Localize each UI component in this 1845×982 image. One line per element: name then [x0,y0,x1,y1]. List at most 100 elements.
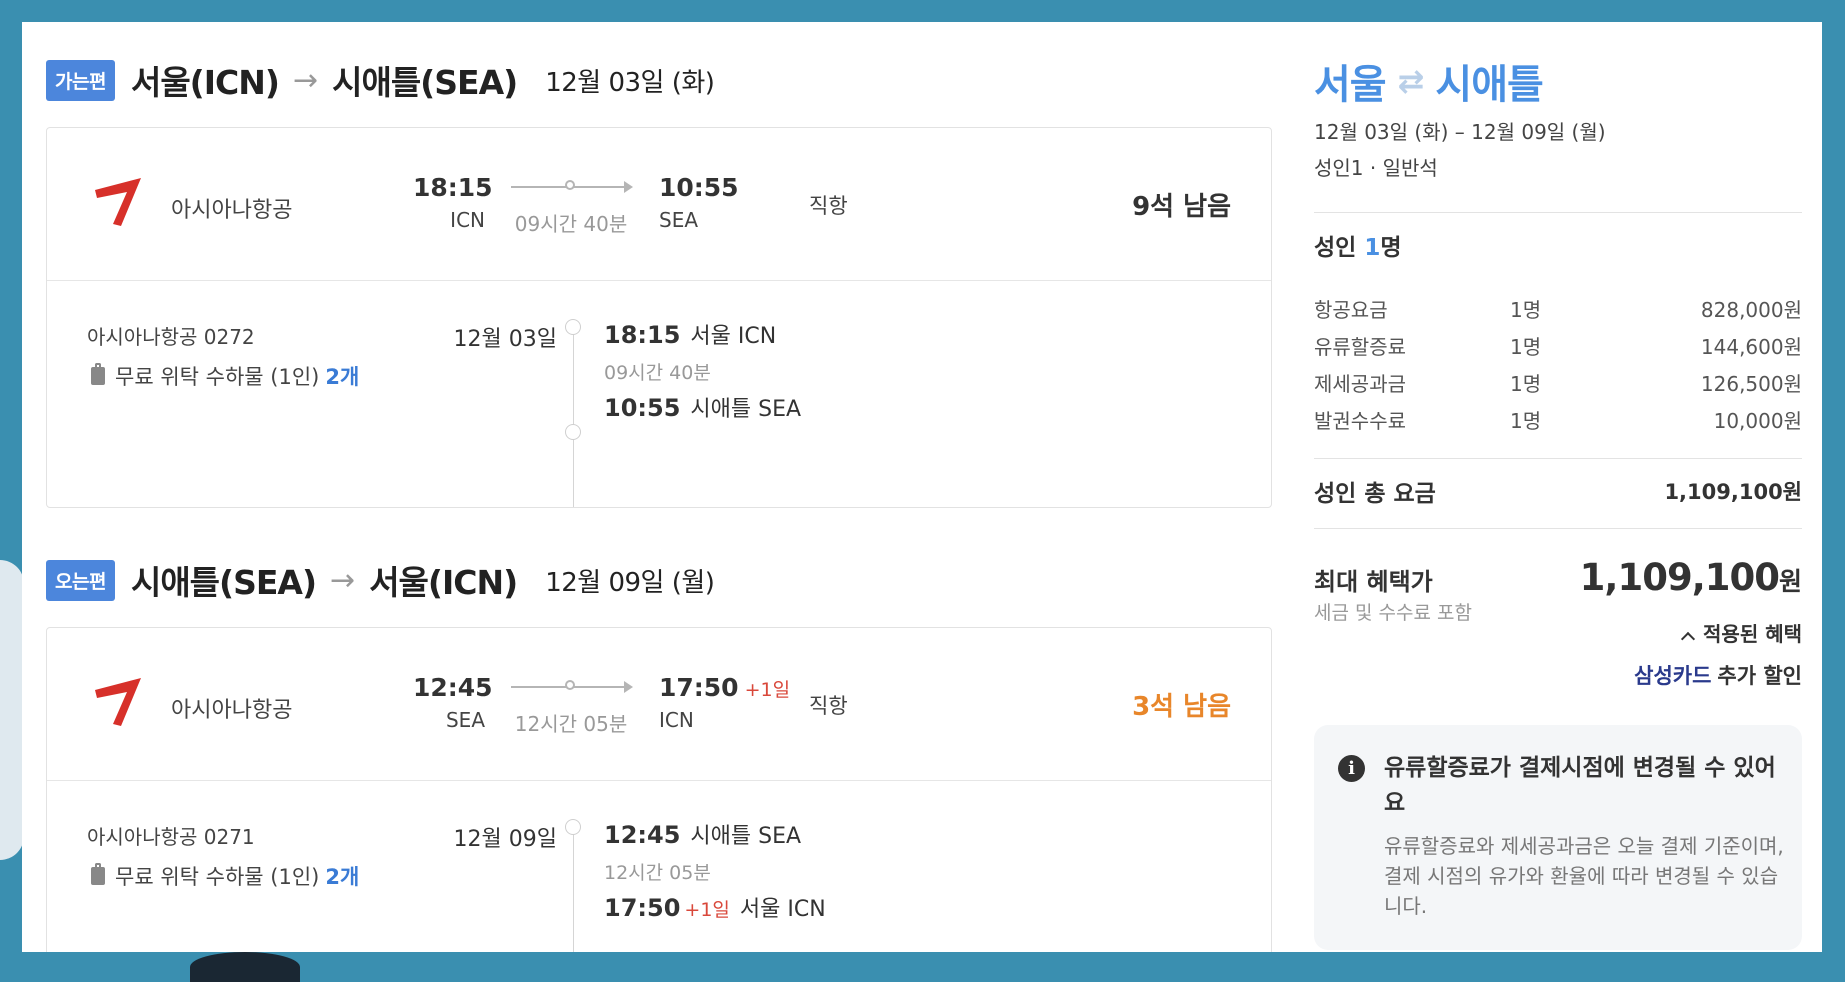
outbound-flight-card[interactable]: 아시아나항공 18:15 ICN 09시간 40분 10:55 SEA 직항 9… [46,127,1272,508]
flight-number: 아시아나항공 0271 [87,825,255,849]
trip-destination: 시애틀 [1435,62,1543,108]
detail-duration: 12시간 05분 [604,862,711,884]
arrival-time: 10:55 [659,173,745,202]
fee-name: 발권수수료 [1314,409,1406,433]
background-decoration [0,560,24,860]
arrow-right-icon [624,681,633,693]
trip-dates: 12월 03일 (화) – 12월 09일 (월) [1314,120,1606,144]
flight-path-line [511,180,633,193]
fee-count: 1명 [1510,335,1542,359]
card-brand: 삼성카드 [1634,664,1712,688]
direct-flight-label: 직항 [809,194,848,218]
passenger-class: 성인1 · 일반석 [1314,156,1438,180]
chevron-up-icon [1680,631,1696,647]
outbound-badge: 가는편 [46,59,115,101]
luggage-icon [91,863,105,885]
inbound-origin: 시애틀(SEA) [130,563,317,602]
applied-benefits-toggle[interactable]: 적용된 혜택 [1680,618,1802,647]
flight-number: 아시아나항공 0272 [87,325,255,349]
departure-time: 12:45 [413,673,493,702]
inbound-header: 오는편 시애틀(SEA) → 서울(ICN) 12월 09일 (월) [46,556,715,604]
fee-value: 10,000원 [1713,409,1802,433]
fee-row: 항공요금 1명 828,000원 [1314,294,1802,322]
timeline-end-dot [565,424,581,440]
notice-title: 유류할증료가 결제시점에 변경될 수 있어요 [1384,755,1776,816]
detail-departure-place: 시애틀 SEA [690,824,802,849]
next-day-indicator: +1일 [744,679,791,701]
asiana-logo-icon [95,678,141,726]
background-decoration [190,952,300,982]
inbound-badge: 오는편 [46,559,115,601]
detail-arrival-place: 시애틀 SEA [690,397,802,422]
benefit-toggle-label: 적용된 혜택 [1703,622,1802,646]
fee-name: 유류할증료 [1314,335,1406,359]
fee-value: 144,600원 [1700,335,1802,359]
detail-arrival-time: 17:50 [604,894,681,922]
outbound-origin: 서울(ICN) [130,63,280,102]
divider [1314,212,1802,213]
best-price-amount: 1,109,100 [1579,556,1780,599]
fee-count: 1명 [1510,298,1542,322]
outbound-summary: 아시아나항공 18:15 ICN 09시간 40분 10:55 SEA 직항 9… [47,128,1271,281]
total-value: 1,109,100원 [1664,480,1802,504]
total-label: 성인 총 요금 [1314,481,1436,507]
timeline-line [573,831,574,952]
airline-name: 아시아나항공 [171,698,293,723]
outbound-header: 가는편 서울(ICN) → 시애틀(SEA) 12월 03일 (화) [46,56,715,104]
route-arrow-icon: → [292,62,319,98]
detail-arrival-place: 서울 ICN [739,897,826,922]
flight-path-line [511,680,633,693]
detail-departure-time: 18:15 [604,321,681,349]
fee-count: 1명 [1510,372,1542,396]
baggage-count: 2개 [325,365,360,389]
divider [1314,458,1802,459]
outbound-detail: 아시아나항공 0272 무료 위탁 수하물 (1인) 2개 12월 03일 18… [47,281,1271,507]
inbound-date: 12월 09일 (월) [545,567,715,598]
departure-time: 18:15 [413,173,493,202]
flight-detail-panel: 가는편 서울(ICN) → 시애틀(SEA) 12월 03일 (화) 아시아나항… [22,22,1822,952]
trip-origin: 서울 [1314,62,1387,108]
fee-value: 126,500원 [1700,372,1802,396]
fee-row: 제세공과금 1명 126,500원 [1314,368,1802,396]
arrival-time-value: 10:55 [659,173,739,202]
inbound-summary: 아시아나항공 12:45 SEA 12시간 05분 17:50 +1일 ICN 직… [47,628,1271,781]
baggage-info: 무료 위탁 수하물 (1인) 2개 [91,361,359,391]
fee-row: 유류할증료 1명 144,600원 [1314,331,1802,359]
detail-departure: 12:45 시애틀 SEA [604,818,801,850]
luggage-icon [91,363,105,385]
detail-date: 12월 09일 [453,827,557,852]
outbound-date: 12월 03일 (화) [545,67,715,98]
next-day-indicator: +1일 [684,899,730,921]
inbound-flight-card[interactable]: 아시아나항공 12:45 SEA 12시간 05분 17:50 +1일 ICN 직… [46,627,1272,952]
best-price-label: 최대 혜택가 [1314,568,1433,596]
outbound-destination: 시애틀(SEA) [332,63,518,102]
fee-count: 1명 [1510,409,1542,433]
best-price-value: 1,109,100원 [1580,556,1802,599]
trip-title: 서울 ⇄ 시애틀 [1314,52,1544,110]
best-price-subtext: 세금 및 수수료 포함 [1314,602,1472,624]
fee-name: 제세공과금 [1314,372,1406,396]
fuel-surcharge-notice: i 유류할증료가 결제시점에 변경될 수 있어요 유류할증료와 제세공과금은 오… [1314,725,1802,950]
detail-date: 12월 03일 [453,327,557,352]
fee-value: 828,000원 [1700,298,1802,322]
baggage-info: 무료 위탁 수하물 (1인) 2개 [91,861,359,891]
seats-remaining: 3석 남음 [1132,692,1231,722]
arrival-airport-code: ICN [659,708,694,732]
flight-duration: 12시간 05분 [514,712,628,736]
arrival-time-value: 17:50 [659,673,739,702]
airline-name: 아시아나항공 [171,198,293,223]
flight-path-dot [565,680,575,690]
route-arrow-icon: → [330,562,356,598]
baggage-count: 2개 [325,865,360,889]
notice-body: 유류할증료와 제세공과금은 오늘 결제 기준이며, 결제 시점의 유가와 환율에… [1384,834,1784,918]
adult-total-row: 성인 총 요금 1,109,100원 [1314,474,1802,508]
arrival-time: 17:50 +1일 [659,673,790,702]
direct-flight-label: 직항 [809,694,848,718]
timeline-start-dot [565,819,581,835]
fee-name: 항공요금 [1314,298,1388,322]
detail-duration: 09시간 40분 [604,362,711,384]
seats-remaining: 9석 남음 [1132,192,1231,222]
adult-count-heading: 성인 1명 [1314,228,1402,262]
baggage-label: 무료 위탁 수하물 (1인) [115,865,320,889]
detail-departure-time: 12:45 [604,821,681,849]
